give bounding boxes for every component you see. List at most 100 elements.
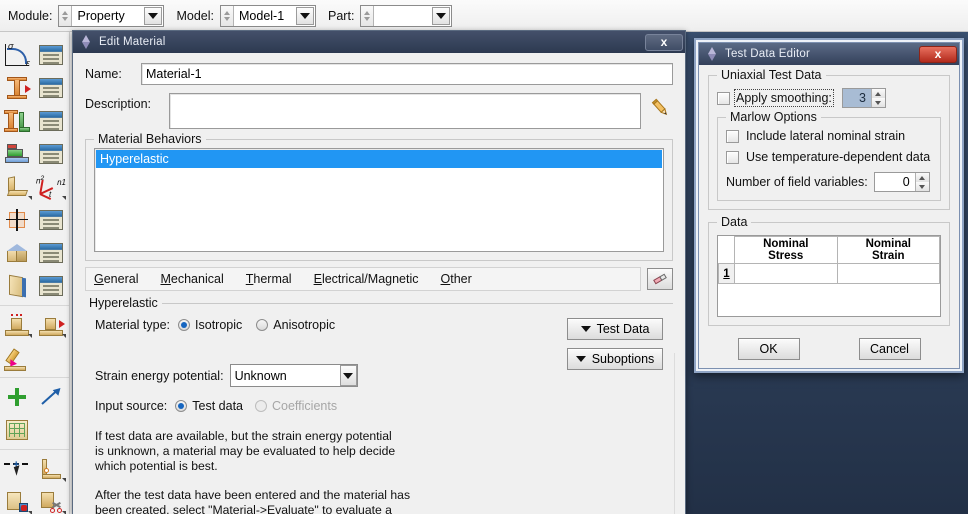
select-entity-icon[interactable]: + <box>0 453 34 484</box>
description-edit-pencil-icon[interactable] <box>647 93 673 123</box>
edit-material-titlebar[interactable]: Edit Material x <box>73 31 685 53</box>
strain-energy-chevron-down-icon[interactable] <box>339 365 357 386</box>
edit-material-close-button[interactable]: x <box>645 33 683 51</box>
smoothing-value-spinner[interactable]: 3 <box>841 88 886 108</box>
use-temperature-row[interactable]: Use temperature-dependent data <box>726 150 932 164</box>
radio-isotropic[interactable]: Isotropic <box>178 318 242 332</box>
composite-layup-icon[interactable] <box>0 138 34 169</box>
ok-button[interactable]: OK <box>737 338 800 360</box>
strain-energy-label: Strain energy potential: <box>95 368 224 383</box>
use-temperature-label: Use temperature-dependent data <box>746 150 931 164</box>
model-combo-arrow-icon[interactable] <box>296 6 315 25</box>
use-temperature-checkbox[interactable] <box>726 150 739 164</box>
radio-test-data[interactable]: Test data <box>175 399 243 413</box>
test-data-editor-title: Test Data Editor <box>725 48 811 60</box>
skin-create-icon[interactable] <box>0 237 34 268</box>
material-orientation-icon[interactable]: n2 n1 t <box>34 171 68 202</box>
section-create-icon[interactable] <box>0 72 34 103</box>
hyperelastic-group-title: Hyperelastic <box>85 296 162 310</box>
stringer-manager-icon[interactable] <box>34 270 68 301</box>
field-variables-up-icon[interactable] <box>915 173 929 182</box>
material-table-icon[interactable] <box>34 39 68 70</box>
model-combo[interactable]: Model-1 <box>220 4 317 27</box>
inertia-edit-icon[interactable] <box>34 309 68 340</box>
field-variables-down-icon[interactable] <box>915 182 929 191</box>
material-behaviors-listbox[interactable]: Hyperelastic <box>94 148 664 252</box>
behavior-menu-row: GGeneraleneral Mechanical Thermal Electr… <box>85 267 673 291</box>
material-name-input[interactable]: Material-1 <box>141 63 673 85</box>
inertia-create-icon[interactable] <box>0 309 34 340</box>
section-manager-icon[interactable] <box>34 72 68 103</box>
suboptions-button[interactable]: Suboptions <box>567 348 663 370</box>
stringer-create-icon[interactable] <box>0 270 34 301</box>
col-header-nominal-strain: Nominal Strain <box>836 236 940 264</box>
part-combo-arrow-icon[interactable] <box>432 6 451 25</box>
beam-orientation-icon[interactable] <box>0 204 34 235</box>
cancel-button[interactable]: Cancel <box>858 338 921 360</box>
part-combo-value <box>374 6 431 26</box>
cut-tool-icon[interactable] <box>34 486 68 514</box>
material-manager-icon[interactable]: σε <box>0 39 34 70</box>
module-spinner[interactable] <box>59 5 73 26</box>
data-group: Data Nominal Stress Nominal Strain 1 <box>708 215 950 326</box>
smoothing-up-icon[interactable] <box>871 89 885 98</box>
skin-manager-icon[interactable] <box>34 237 68 268</box>
special-delete-icon[interactable] <box>0 342 34 373</box>
section-assignment-icon[interactable] <box>0 171 34 202</box>
menu-general[interactable]: GGeneraleneral <box>94 272 138 286</box>
field-variables-value: 0 <box>902 175 910 189</box>
radio-coefficients[interactable]: Coefficients <box>255 399 337 413</box>
name-label: Name: <box>85 67 122 81</box>
menu-electrical-magnetic[interactable]: Electrical/Magnetic <box>314 272 419 286</box>
table-row[interactable]: 1 <box>718 263 940 284</box>
partition-face-icon[interactable] <box>34 453 68 484</box>
datum-axis-icon[interactable] <box>34 381 68 412</box>
name-row: Name: Material-1 <box>85 63 673 85</box>
description-row: Description: <box>85 93 673 129</box>
test-data-editor-titlebar[interactable]: Test Data Editor x <box>699 43 959 65</box>
menu-other[interactable]: Other <box>441 272 472 286</box>
toolbar-group-special <box>0 306 69 378</box>
partition-cell-icon[interactable] <box>0 486 34 514</box>
include-lateral-checkbox[interactable] <box>726 129 739 143</box>
test-data-button[interactable]: Test Data <box>567 318 663 340</box>
cell-nominal-strain[interactable] <box>836 263 940 284</box>
menu-mechanical[interactable]: Mechanical <box>160 272 223 286</box>
list-item-hyperelastic[interactable]: Hyperelastic <box>96 150 662 168</box>
smoothing-down-icon[interactable] <box>871 98 885 107</box>
datum-grid-icon[interactable] <box>0 414 34 445</box>
test-data-table[interactable]: Nominal Stress Nominal Strain 1 <box>718 236 940 284</box>
module-combo[interactable]: Property <box>58 4 165 27</box>
test-data-chevron-down-icon <box>580 326 591 332</box>
profile-create-icon[interactable] <box>0 105 34 136</box>
part-combo[interactable] <box>360 4 453 27</box>
model-spinner[interactable] <box>221 5 235 26</box>
toolbar-group-material: σε n2 n1 t <box>0 36 69 306</box>
part-spinner[interactable] <box>361 5 375 26</box>
apply-smoothing-checkbox[interactable] <box>717 91 730 105</box>
strain-energy-select[interactable]: Unknown <box>229 364 358 387</box>
composite-manager-icon[interactable] <box>34 138 68 169</box>
field-variables-row: Number of field variables: 0 <box>726 172 932 192</box>
datum-point-icon[interactable] <box>0 381 34 412</box>
radio-coefficients-dot <box>255 400 267 412</box>
cell-nominal-stress[interactable] <box>734 263 838 284</box>
col-header-nominal-stress: Nominal Stress <box>734 236 838 264</box>
field-variables-spinner[interactable]: 0 <box>873 172 930 192</box>
module-combo-arrow-icon[interactable] <box>144 6 163 25</box>
material-description-input[interactable] <box>169 93 641 129</box>
help-paragraph-1: If test data are available, but the stra… <box>95 429 396 473</box>
beam-manager-icon[interactable] <box>34 204 68 235</box>
include-lateral-row[interactable]: Include lateral nominal strain <box>726 129 932 143</box>
test-data-table-wrapper[interactable]: Nominal Stress Nominal Strain 1 <box>717 235 941 317</box>
delete-behavior-eraser-icon[interactable] <box>647 268 673 290</box>
menu-thermal[interactable]: Thermal <box>246 272 292 286</box>
toolbar-group-datum <box>0 378 69 450</box>
material-behaviors-title: Material Behaviors <box>94 132 206 146</box>
radio-anisotropic[interactable]: Anisotropic <box>256 318 335 332</box>
profile-manager-icon[interactable] <box>34 105 68 136</box>
test-data-editor-close-button[interactable]: x <box>919 45 957 63</box>
radio-isotropic-label: Isotropic <box>195 318 243 332</box>
uniaxial-test-data-group: Uniaxial Test Data Apply smoothing: 3 Ma… <box>708 68 950 210</box>
field-variables-label: Number of field variables: <box>726 175 868 189</box>
